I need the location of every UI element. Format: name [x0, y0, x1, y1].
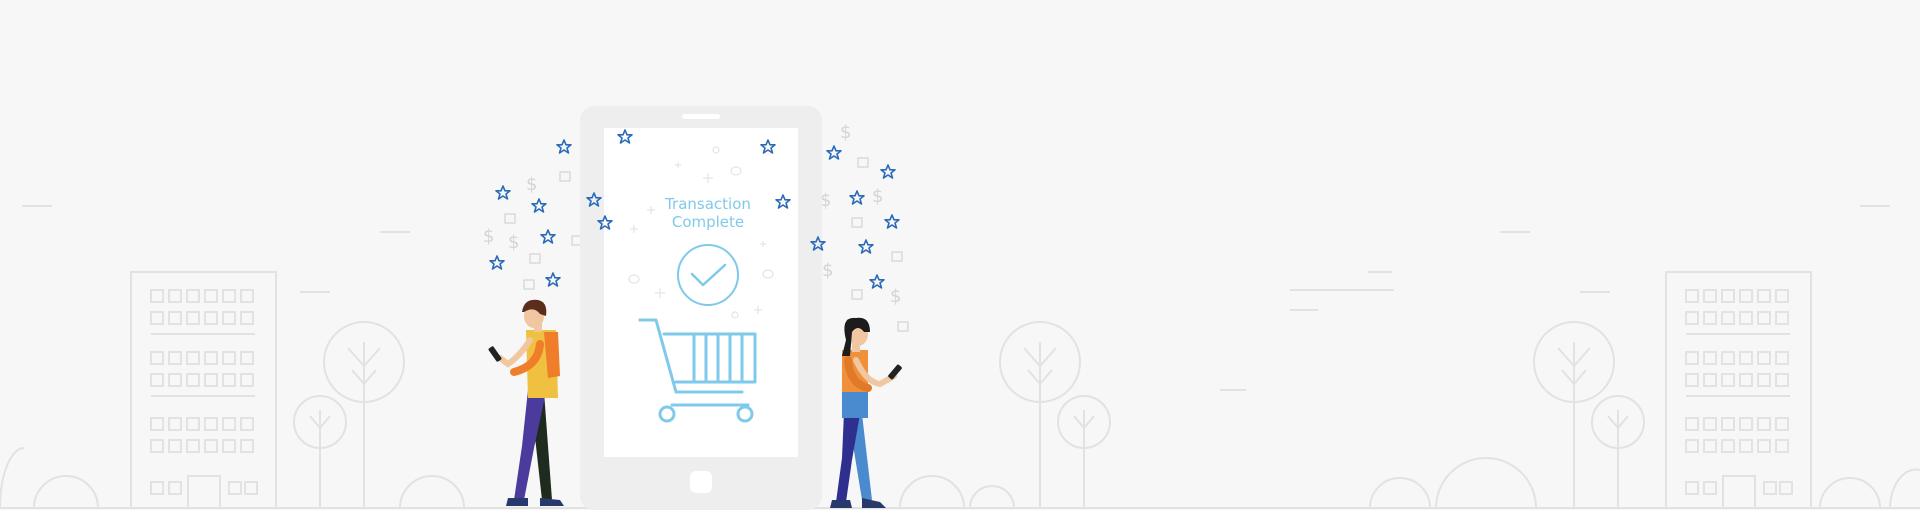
- dollar-icon: $: [822, 260, 833, 281]
- transaction-title-line1: Transaction: [664, 195, 751, 213]
- dollar-icon: $: [872, 186, 883, 207]
- phone-home-button-icon: [690, 471, 712, 493]
- transaction-complete-hero: $ $ $ $ $ $ $ $ $ $ $ $ $: [0, 0, 1920, 510]
- dollar-icon: $: [526, 174, 537, 195]
- transaction-title-line2: Complete: [672, 213, 744, 231]
- dollar-icon: $: [890, 286, 901, 307]
- dollar-icon: $: [508, 232, 519, 253]
- phone-speaker: [682, 114, 720, 119]
- dollar-icon: $: [483, 226, 494, 247]
- phone: [580, 106, 822, 510]
- dollar-icon: $: [840, 122, 851, 143]
- phone-screen: [604, 128, 798, 457]
